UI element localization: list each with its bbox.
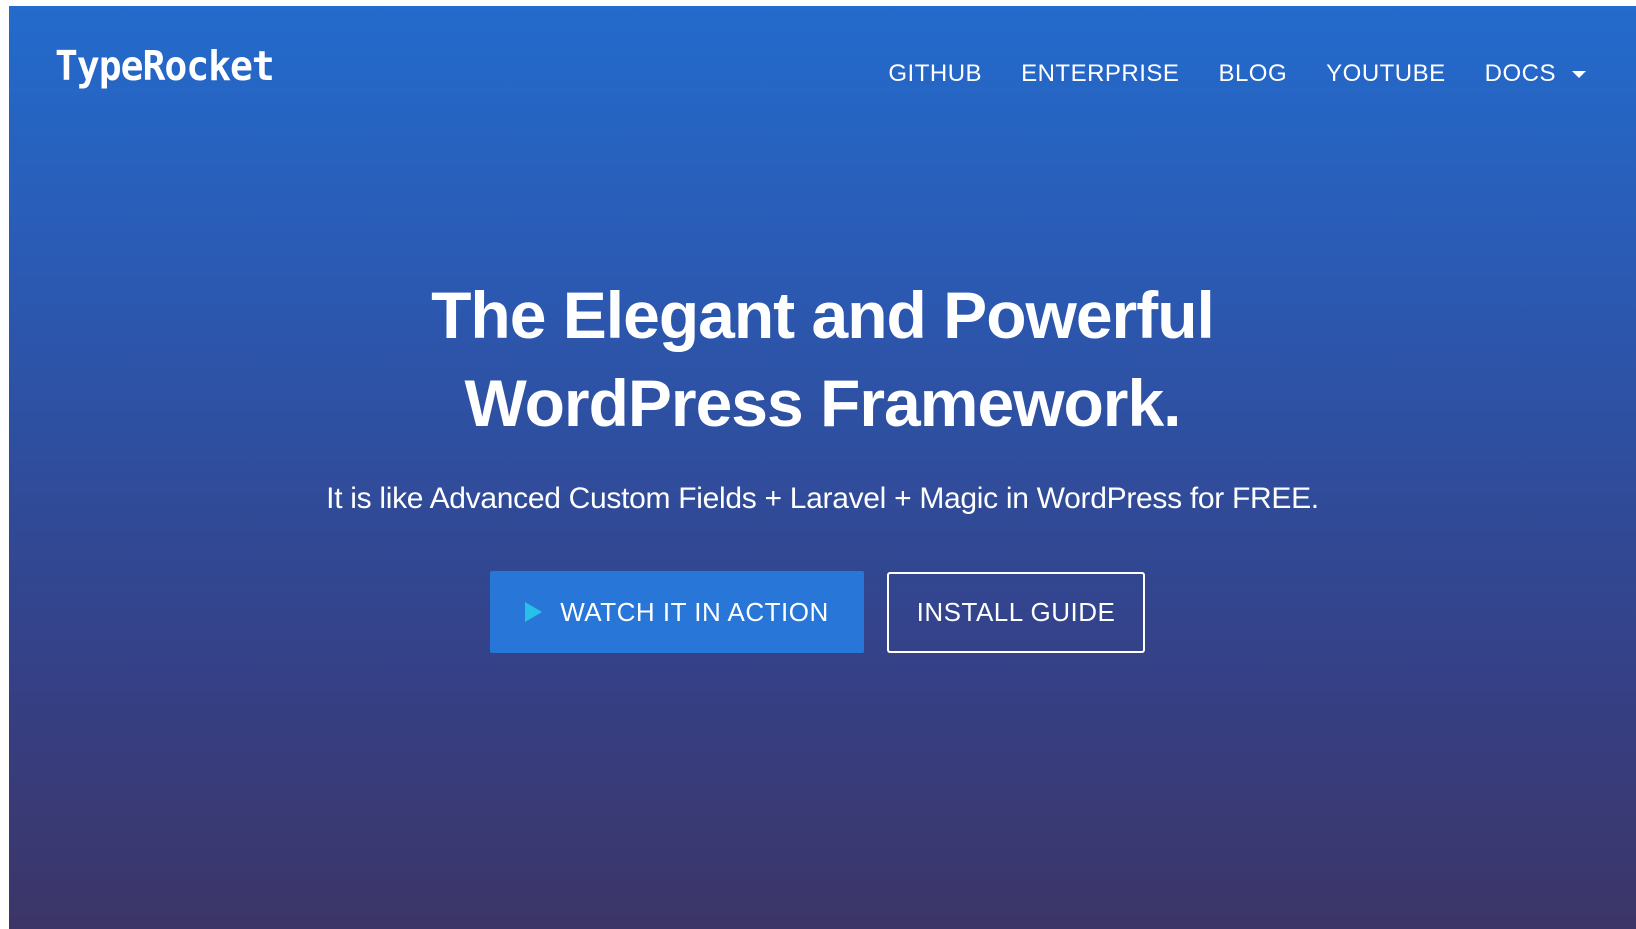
nav-enterprise[interactable]: ENTERPRISE <box>1021 60 1179 88</box>
install-guide-button[interactable]: INSTALL GUIDE <box>887 572 1145 653</box>
hero-subline: It is like Advanced Custom Fields + Lara… <box>326 482 1319 515</box>
watch-button-label: WATCH IT IN ACTION <box>560 596 829 627</box>
headline-line-2: WordPress Framework. <box>464 366 1181 440</box>
watch-it-in-action-button[interactable]: WATCH IT IN ACTION <box>490 571 864 653</box>
nav-youtube-label: YOUTUBE <box>1326 60 1446 87</box>
headline-line-1: The Elegant and Powerful <box>431 278 1215 352</box>
main-nav: GITHUB ENTERPRISE BLOG YOUTUBE DOCS <box>888 60 1586 88</box>
nav-enterprise-label: ENTERPRISE <box>1021 60 1180 87</box>
hero-headline: The Elegant and Powerful WordPress Frame… <box>9 271 1636 447</box>
nav-github-label: GITHUB <box>888 60 983 87</box>
caret-down-icon <box>1572 70 1586 78</box>
nav-youtube[interactable]: YOUTUBE <box>1326 60 1446 88</box>
nav-blog[interactable]: BLOG <box>1218 60 1287 88</box>
nav-docs-label: DOCS <box>1484 60 1556 87</box>
nav-blog-label: BLOG <box>1218 60 1288 87</box>
play-icon <box>525 602 543 622</box>
install-guide-label: INSTALL GUIDE <box>916 597 1116 627</box>
logo[interactable]: TypeRocket <box>55 42 275 90</box>
nav-docs-dropdown[interactable]: DOCS <box>1485 60 1586 88</box>
hero-section: TypeRocket GITHUB ENTERPRISE BLOG YOUTUB… <box>9 6 1636 929</box>
nav-github[interactable]: GITHUB <box>888 60 982 88</box>
